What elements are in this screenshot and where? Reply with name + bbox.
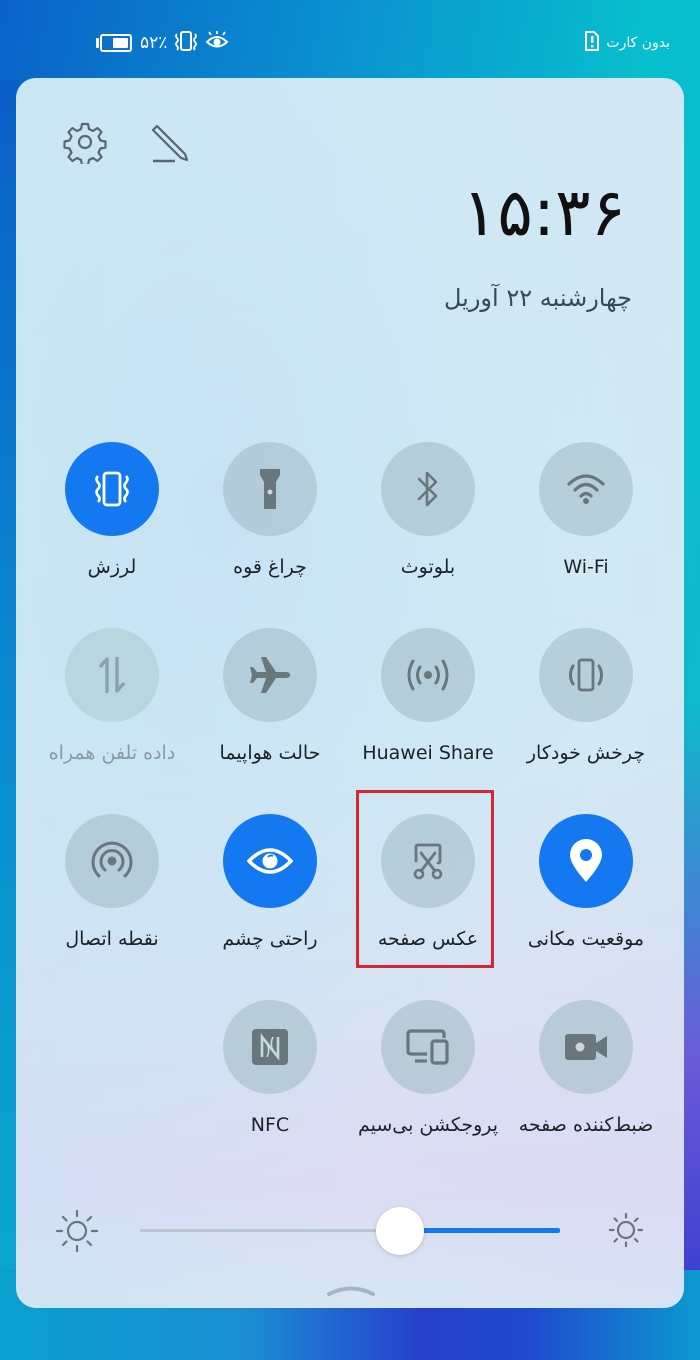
sim-status-text: بدون کارت [606,35,670,51]
tile-airplane-button[interactable] [223,628,317,722]
brightness-slider[interactable] [140,1228,560,1233]
tile-auto-rotate[interactable]: چرخش خودکار [516,628,656,788]
no-sim-card-icon [584,31,600,55]
flashlight-icon [260,469,280,509]
tile-flashlight[interactable]: چراغ قوه [200,442,340,602]
hotspot-icon [91,841,133,878]
tile-screen-recorder[interactable]: ضبط‌کننده صفحه [516,1000,656,1160]
vibrate-mode-icon [173,30,199,56]
collapse-handle[interactable] [326,1281,376,1301]
status-icons-left: ۵۲٪ [96,31,229,55]
tile-wireless-projection-button[interactable] [381,1000,475,1094]
tile-label: نقطه اتصال [65,928,159,950]
tile-bluetooth-button[interactable] [381,442,475,536]
video-camera-icon [565,1034,607,1060]
auto-rotate-icon [569,658,603,692]
tile-auto-rotate-button[interactable] [539,628,633,722]
tile-location-button[interactable] [539,814,633,908]
wireless-projection-icon [406,1029,449,1065]
tile-huawei-share-button[interactable] [381,628,475,722]
tile-label: چراغ قوه [233,556,307,578]
eye-icon [247,848,293,874]
vibrate-icon [95,471,129,507]
tile-flashlight-button[interactable] [223,442,317,536]
broadcast-icon [407,659,449,691]
tile-hotspot-button[interactable] [65,814,159,908]
brightness-control [16,1196,684,1266]
pencil-icon [151,124,189,163]
tile-nfc[interactable]: NFC [200,1000,340,1160]
tile-mobile-data[interactable]: داده تلفن همراه [42,628,182,788]
mobile-data-icon [98,657,126,693]
chevron-up-icon [327,1286,375,1296]
tile-huawei-share[interactable]: Huawei Share [358,628,498,788]
airplane-icon [250,657,290,693]
tile-label: چرخش خودکار [526,742,646,764]
tile-screenshot-button[interactable] [381,814,475,908]
tile-wireless-projection[interactable]: پروجکشن بی‌سیم [358,1000,498,1160]
tile-eye-comfort[interactable]: راحتی چشم [200,814,340,974]
tile-bluetooth[interactable]: بلوتوث [358,442,498,602]
nfc-icon [252,1029,288,1065]
location-pin-icon [570,839,602,882]
tile-vibrate-button[interactable] [65,442,159,536]
tile-hotspot[interactable]: نقطه اتصال [42,814,182,974]
tile-label: بلوتوث [400,556,456,578]
tile-label: حالت هواپیما [219,742,321,764]
tile-label: پروجکشن بی‌سیم [357,1114,499,1136]
tile-eye-comfort-button[interactable] [223,814,317,908]
sim-status: بدون کارت [584,31,670,55]
quick-settings-panel: ۱۵:۳۶ چهارشنبه ۲۲ آوریل Wi-Fi بلوتوث چرا… [16,78,684,1308]
tile-label: راحتی چشم [222,928,318,950]
tile-vibrate[interactable]: لرزش [42,442,182,602]
tile-wifi-button[interactable] [539,442,633,536]
tile-nfc-button[interactable] [223,1000,317,1094]
date-text: چهارشنبه ۲۲ آوریل [443,284,632,312]
edit-button[interactable] [147,118,195,166]
tile-screenshot[interactable]: عکس صفحه [358,814,498,974]
bluetooth-icon [417,471,438,507]
settings-button[interactable] [61,118,109,166]
tile-location[interactable]: موقعیت مکانی [516,814,656,974]
status-bar: ۵۲٪ بدون کارت [0,0,700,80]
tile-label: داده تلفن همراه [48,742,176,764]
battery-icon [96,33,134,53]
tile-label: NFC [250,1114,290,1136]
screenshot-scissors-icon [413,843,443,880]
eye-comfort-icon [205,31,229,55]
tile-mobile-data-button[interactable] [65,628,159,722]
brightness-high-icon [606,1210,646,1254]
tile-airplane[interactable]: حالت هواپیما [200,628,340,788]
brightness-slider-thumb[interactable] [376,1207,425,1255]
clock-time: ۱۵:۳۶ [461,174,626,251]
wifi-icon [567,474,605,504]
tile-label: عکس صفحه [377,928,479,950]
tile-label: Wi-Fi [563,556,609,578]
tile-wifi[interactable]: Wi-Fi [516,442,656,602]
tile-screen-recorder-button[interactable] [539,1000,633,1094]
tile-label: لرزش [87,556,137,578]
tile-label: موقعیت مکانی [527,928,645,950]
gear-icon [63,122,107,164]
brightness-slider-fill [400,1228,560,1233]
brightness-low-icon [54,1208,100,1258]
battery-percent: ۵۲٪ [140,33,168,53]
tile-label: Huawei Share [362,742,494,764]
tile-label: ضبط‌کننده صفحه [518,1114,654,1136]
